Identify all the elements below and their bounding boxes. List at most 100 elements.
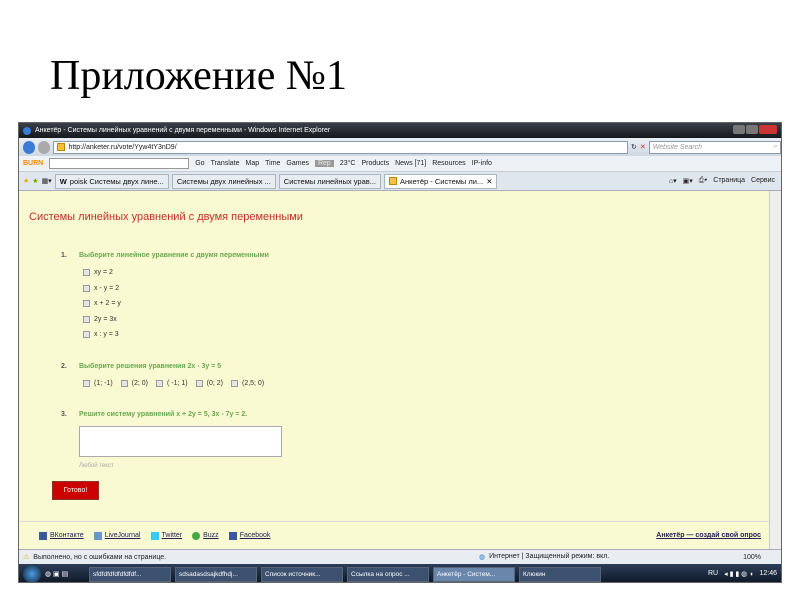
- wikipedia-icon: W: [59, 176, 67, 186]
- option-label: (0; 2): [206, 380, 223, 387]
- q1-option[interactable]: x : y = 3: [83, 331, 119, 338]
- refresh-icon[interactable]: ↻: [631, 143, 637, 151]
- toolbar-map[interactable]: Map: [246, 160, 260, 167]
- q1-option[interactable]: 2y = 3x: [83, 316, 117, 323]
- taskbar-item[interactable]: Ссылка на опрос ...: [347, 566, 429, 582]
- checkbox[interactable]: [230, 380, 238, 387]
- quicklaunch-icons[interactable]: ◍ ▣ ▤: [45, 570, 85, 578]
- checkbox[interactable]: [83, 300, 90, 307]
- page-menu[interactable]: Страница: [713, 177, 745, 185]
- close-button[interactable]: [759, 125, 777, 134]
- tab-3[interactable]: Системы линейных урав...: [278, 173, 381, 189]
- share-vkontakte[interactable]: ВКонтакте: [39, 531, 84, 540]
- warning-icon[interactable]: ⚠: [23, 553, 29, 561]
- toolbar-go[interactable]: Go: [195, 160, 204, 167]
- answer-hint: Любой текст: [79, 463, 114, 469]
- toolbar-games[interactable]: Games: [286, 160, 309, 167]
- buzz-icon: [192, 531, 201, 540]
- vk-icon: [39, 531, 47, 540]
- tab-4-active[interactable]: Анкетёр - Системы ли... ✕: [383, 173, 498, 189]
- forward-icon[interactable]: [38, 140, 51, 154]
- taskbar-item[interactable]: sfdfdfdfdfdfdfdf...: [89, 566, 171, 582]
- toolbar-products[interactable]: Products: [361, 160, 389, 167]
- taskbar-item[interactable]: sdsadasdsajkdfhdj...: [175, 566, 257, 582]
- link-label: LiveJournal: [104, 532, 141, 539]
- q1-option[interactable]: xy = 2: [83, 269, 113, 276]
- start-button[interactable]: [23, 565, 41, 582]
- maximize-button[interactable]: [746, 125, 758, 134]
- taskbar-item[interactable]: Список источник...: [261, 566, 343, 582]
- address-input[interactable]: http://anketer.ru/vote/Yyw4tY3nD9/: [53, 140, 628, 154]
- clock[interactable]: 12:46: [759, 570, 777, 578]
- back-icon[interactable]: [23, 140, 36, 154]
- ie-icon: [23, 126, 31, 135]
- option-label: x : y = 3: [94, 331, 119, 338]
- q2-option[interactable]: (1; -1): [83, 380, 113, 387]
- link-label: Buzz: [203, 532, 219, 539]
- toolbar-rep[interactable]: Rep: [314, 160, 334, 167]
- facebook-icon: [228, 531, 237, 540]
- task-label: sdsadasdsajkdfhdj...: [179, 570, 238, 578]
- q1-option[interactable]: x - y = 2: [83, 285, 119, 292]
- submit-button[interactable]: Готово!: [52, 481, 99, 500]
- tab-close-icon[interactable]: ✕: [486, 177, 492, 186]
- toolbar-resources[interactable]: Resources: [432, 160, 465, 167]
- twitter-icon: [150, 531, 159, 540]
- vertical-scrollbar[interactable]: [769, 191, 781, 549]
- tab-1[interactable]: Wpoisk Системы двух лине...: [54, 173, 169, 189]
- print-icon[interactable]: ⎙▾: [699, 177, 708, 185]
- toolbar-time[interactable]: Time: [265, 160, 280, 167]
- tools-menu[interactable]: Сервис: [751, 177, 775, 185]
- checkbox[interactable]: [195, 380, 203, 387]
- taskbar-item[interactable]: Клюкин: [519, 566, 601, 582]
- zoom-level[interactable]: 100%: [743, 554, 761, 561]
- stop-icon[interactable]: ✕: [640, 143, 646, 151]
- q2-option[interactable]: (0; 2): [195, 380, 223, 387]
- toolbar-news[interactable]: News [71]: [395, 160, 426, 167]
- q2-option[interactable]: ( -1; 1): [156, 380, 188, 387]
- checkbox[interactable]: [83, 285, 90, 292]
- toolbar-weather[interactable]: 23°C: [340, 160, 356, 167]
- checkbox[interactable]: [83, 316, 90, 323]
- minimize-button[interactable]: [733, 125, 745, 134]
- favorites-star-icon[interactable]: ★: [23, 177, 29, 185]
- system-tray: RU ◂ ▮ ▮ ◍ ◖ 12:46: [708, 570, 777, 578]
- share-livejournal[interactable]: LiveJournal: [93, 531, 141, 540]
- create-survey-link[interactable]: Анкетёр — создай свой опрос: [656, 532, 761, 539]
- home-icon[interactable]: ⌂▾: [669, 177, 677, 185]
- toolbar-ipinfo[interactable]: IP-info: [472, 160, 492, 167]
- language-indicator[interactable]: RU: [708, 570, 718, 578]
- tray-icons[interactable]: ◂ ▮ ▮ ◍ ◖: [724, 570, 753, 578]
- link-label: Twitter: [161, 532, 183, 539]
- option-label: (2,5; 0): [241, 380, 265, 387]
- q1-option[interactable]: x + 2 = y: [83, 300, 121, 307]
- search-icon[interactable]: ⌕: [773, 143, 777, 151]
- livejournal-icon: [93, 531, 102, 540]
- checkbox[interactable]: [83, 269, 90, 276]
- search-input[interactable]: Website Search ⌕: [648, 140, 781, 154]
- toolbar-translate[interactable]: Translate: [211, 160, 240, 167]
- task-label: sfdfdfdfdfdfdfdf...: [93, 570, 142, 578]
- q2-option[interactable]: (2; 0): [120, 380, 148, 387]
- add-favorites-icon[interactable]: ★: [32, 177, 38, 185]
- share-buzz[interactable]: Buzz: [192, 531, 219, 540]
- feeds-icon[interactable]: ▣▾: [683, 177, 693, 185]
- tab-icon: [388, 177, 397, 185]
- share-facebook[interactable]: Facebook: [228, 531, 270, 540]
- q2-options: (1; -1) (2; 0) ( -1; 1) (0; 2) (2,5; 0): [83, 380, 264, 387]
- checkbox[interactable]: [156, 380, 164, 387]
- tab-2[interactable]: Системы двух линейных ...: [171, 173, 276, 189]
- tab-label: Анкетёр - Системы ли...: [399, 176, 484, 186]
- checkbox[interactable]: [83, 331, 90, 338]
- checkbox[interactable]: [83, 380, 90, 387]
- taskbar-item-active[interactable]: Анкетёр - Систем...: [433, 566, 515, 582]
- toolbar-search-input[interactable]: [49, 158, 190, 169]
- q2-option[interactable]: (2,5; 0): [230, 380, 265, 387]
- window-title: Анкетёр - Системы линейных уравнений с д…: [35, 127, 331, 134]
- checkbox[interactable]: [120, 380, 128, 387]
- share-twitter[interactable]: Twitter: [150, 531, 183, 540]
- answer-textarea[interactable]: [79, 426, 282, 457]
- status-bar: ⚠ Выполнено, но с ошибками на странице. …: [19, 549, 781, 564]
- quick-tabs-icon[interactable]: ▦▾: [42, 177, 52, 185]
- q-number: 2.: [61, 363, 67, 370]
